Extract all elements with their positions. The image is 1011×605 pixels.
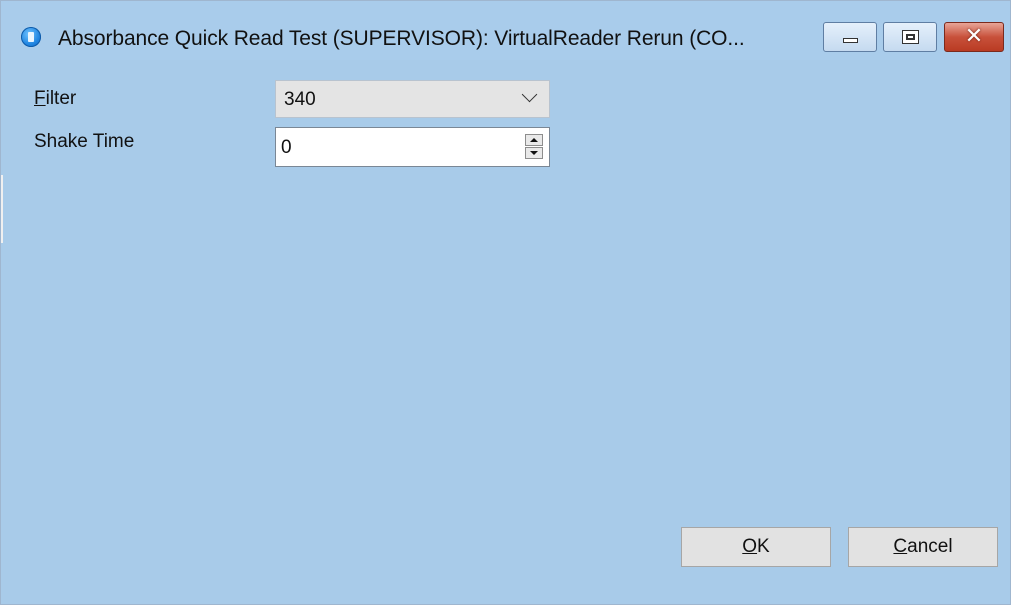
minimize-button[interactable] <box>823 22 877 52</box>
restore-icon <box>902 30 919 44</box>
filter-label-mnemonic: F <box>34 88 46 109</box>
filter-label: Filter <box>34 88 76 110</box>
shake-time-value: 0 <box>281 137 292 158</box>
cancel-button-label: ancel <box>907 536 953 557</box>
filter-label-text: ilter <box>45 88 77 109</box>
dialog-window: Absorbance Quick Read Test (SUPERVISOR):… <box>0 0 1011 605</box>
stepper-down-icon[interactable] <box>525 147 543 159</box>
shake-time-stepper[interactable]: 0 <box>275 127 550 167</box>
window-edge-highlight <box>1 175 3 243</box>
shake-time-label: Shake Time <box>34 131 135 152</box>
title-bar[interactable]: Absorbance Quick Read Test (SUPERVISOR):… <box>1 1 1010 60</box>
ok-button-label: K <box>757 536 770 557</box>
filter-select[interactable]: 340 <box>275 80 550 118</box>
filter-select-value: 340 <box>284 89 316 110</box>
stepper-up-icon[interactable] <box>525 134 543 146</box>
app-icon <box>21 27 41 47</box>
cancel-button[interactable]: Cancel <box>848 527 998 567</box>
close-button[interactable]: ✕ <box>944 22 1004 52</box>
maximize-button[interactable] <box>883 22 937 52</box>
stepper-buttons <box>525 134 543 160</box>
chevron-down-icon <box>521 86 538 103</box>
window-title: Absorbance Quick Read Test (SUPERVISOR):… <box>58 27 745 50</box>
close-icon: ✕ <box>964 24 984 49</box>
minimize-icon <box>843 38 858 43</box>
ok-button[interactable]: OK <box>681 527 831 567</box>
cancel-button-mnemonic: C <box>893 536 908 557</box>
ok-button-mnemonic: O <box>742 536 758 557</box>
